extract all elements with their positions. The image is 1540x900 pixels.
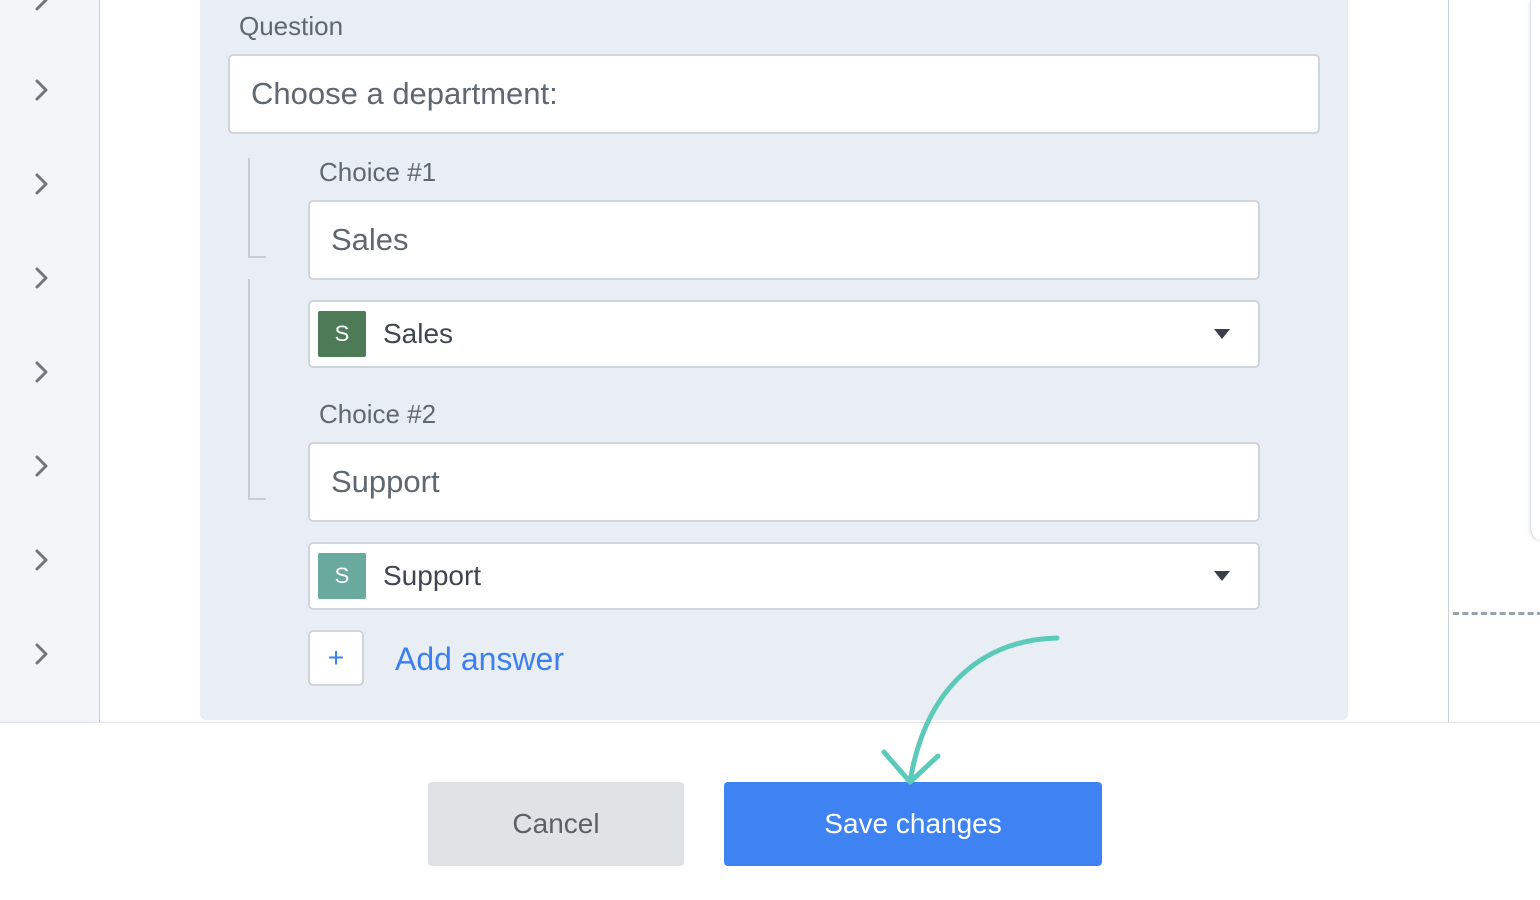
chevron-right-icon[interactable]: [30, 360, 54, 384]
plus-icon: +: [327, 642, 345, 673]
department-avatar: S: [318, 553, 366, 599]
question-label: Question: [239, 11, 344, 41]
left-rail: [0, 0, 100, 722]
caret-down-icon: [1214, 329, 1230, 339]
choice-1-department-select[interactable]: S Sales: [308, 300, 1260, 368]
right-panel-divider: [1448, 0, 1449, 722]
choice-2-input[interactable]: Support: [308, 442, 1260, 522]
choice-1-input[interactable]: Sales: [308, 200, 1260, 280]
chevron-right-icon[interactable]: [30, 78, 54, 102]
choice-2-label: Choice #2: [319, 399, 437, 429]
question-input[interactable]: Choose a department:: [228, 54, 1320, 134]
chevron-right-icon[interactable]: [30, 642, 54, 666]
chevron-right-icon[interactable]: [30, 548, 54, 572]
department-avatar: S: [318, 311, 366, 357]
choice-2-department-select[interactable]: S Support: [308, 542, 1260, 610]
tree-connector: [248, 279, 266, 500]
save-changes-button[interactable]: Save changes: [724, 782, 1102, 866]
caret-down-icon: [1214, 571, 1230, 581]
choice-2-input-value: Support: [331, 464, 440, 499]
add-answer-link[interactable]: Add answer: [395, 641, 564, 678]
tree-connector: [248, 158, 266, 258]
choice-2-department-name: Support: [383, 560, 482, 591]
dashed-connector: [1453, 612, 1540, 615]
choice-1-department-name: Sales: [383, 318, 454, 349]
chevron-right-icon[interactable]: [30, 266, 54, 290]
question-input-value: Choose a department:: [251, 76, 558, 111]
chevron-right-icon[interactable]: [30, 454, 54, 478]
cancel-button[interactable]: Cancel: [428, 782, 684, 866]
choice-1-label: Choice #1: [319, 157, 437, 187]
chevron-right-icon[interactable]: [30, 172, 54, 196]
add-answer-button[interactable]: +: [308, 630, 364, 686]
chevron-right-icon[interactable]: [30, 0, 54, 12]
choice-1-input-value: Sales: [331, 222, 409, 257]
right-panel-card: [1530, 0, 1540, 540]
